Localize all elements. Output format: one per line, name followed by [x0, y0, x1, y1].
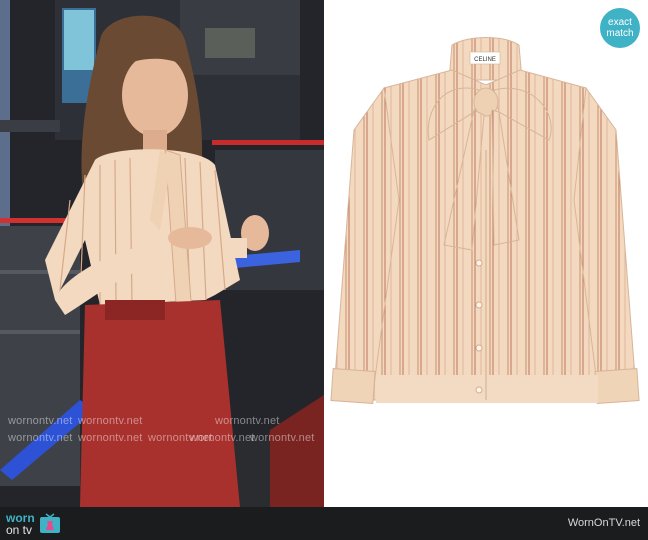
site-name[interactable]: WornOnTV.net	[568, 517, 640, 529]
badge-line-2: match	[606, 28, 634, 39]
badge-line-1: exact	[608, 17, 632, 28]
watermark-text: wornontv.net	[215, 415, 280, 427]
show-photo-illustration	[0, 0, 324, 507]
footer-bar: worn on tv WornOnTV.net	[0, 507, 648, 540]
brand-label: CELINE	[474, 57, 496, 63]
product-photo: CELINE	[324, 0, 648, 507]
watermark-text: wornontv.net	[78, 415, 143, 427]
tv-dress-icon	[39, 513, 60, 533]
watermark-text: wornontv.net	[8, 432, 73, 444]
blouse-illustration: CELINE	[330, 37, 640, 404]
show-photo: wornontv.net wornontv.net wornontv.net w…	[0, 0, 324, 507]
exact-match-badge: exact match	[600, 8, 640, 48]
watermark-text: wornontv.net	[78, 432, 143, 444]
logo-text-on-tv: on tv	[6, 523, 33, 537]
watermark-text: wornontv.net	[250, 432, 315, 444]
watermark-text: wornontv.net	[190, 432, 255, 444]
wornontv-logo[interactable]: worn on tv	[6, 512, 61, 536]
watermark-text: wornontv.net	[8, 415, 73, 427]
